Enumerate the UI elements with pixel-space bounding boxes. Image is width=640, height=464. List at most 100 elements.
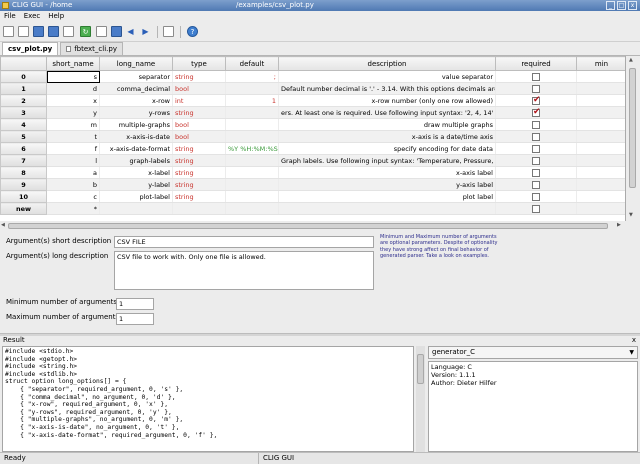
tab-fbtext-cli[interactable]: fbtext_cli.py — [60, 42, 123, 55]
scrollbar-thumb[interactable] — [417, 354, 424, 384]
cell-short-name[interactable]: t — [46, 130, 100, 143]
required-checkbox[interactable] — [532, 192, 540, 201]
tab-csv-plot[interactable]: csv_plot.py — [2, 42, 59, 55]
column-header-default[interactable]: default — [225, 56, 279, 71]
cell-type[interactable]: string — [172, 142, 226, 155]
help-icon[interactable]: ? — [187, 26, 198, 37]
cell-description[interactable]: value separator — [278, 70, 496, 83]
required-checkbox[interactable] — [532, 120, 540, 129]
menu-file[interactable]: File — [0, 11, 20, 22]
scroll-left-icon[interactable]: ◀ — [1, 222, 5, 228]
scrollbar-thumb[interactable] — [629, 68, 636, 188]
cell-short-name[interactable]: l — [46, 154, 100, 167]
export-icon[interactable] — [111, 26, 122, 37]
cell-min[interactable] — [576, 130, 625, 143]
cell-default[interactable] — [225, 166, 279, 179]
cell-short-name[interactable]: a — [46, 166, 100, 179]
table-row[interactable]: 0 s separator string; value separator — [0, 70, 625, 83]
cell-long-name[interactable]: y-label — [99, 178, 173, 191]
table-row[interactable]: 5 t x-axis-is-date bool x-axis is a date/tim… — [0, 130, 625, 143]
args-short-input[interactable]: CSV FILE — [114, 236, 374, 248]
code-vertical-scrollbar[interactable] — [416, 346, 425, 452]
close-window-button[interactable]: x — [628, 1, 637, 10]
column-header-min[interactable]: min — [576, 56, 625, 71]
cell-type[interactable] — [172, 202, 226, 215]
table-row[interactable]: 3 y y-rows string ers. At least one is requi… — [0, 106, 625, 119]
cell-short-name[interactable]: * — [46, 202, 100, 215]
cell-min[interactable] — [576, 190, 625, 203]
required-checkbox[interactable] — [532, 107, 541, 117]
required-checkbox[interactable] — [532, 72, 540, 81]
max-args-input[interactable]: 1 — [116, 313, 154, 325]
document-icon[interactable] — [96, 26, 107, 37]
min-args-input[interactable]: 1 — [116, 298, 154, 310]
cell-min[interactable] — [576, 142, 625, 155]
cell-default[interactable] — [225, 82, 279, 95]
cell-min[interactable] — [576, 82, 625, 95]
cell-long-name[interactable]: x-row — [99, 94, 173, 107]
cell-min[interactable] — [576, 118, 625, 131]
cell-default[interactable] — [225, 178, 279, 191]
cell-default[interactable] — [225, 118, 279, 131]
cell-short-name[interactable]: m — [46, 118, 100, 131]
column-header-type[interactable]: type — [172, 56, 226, 71]
menu-help[interactable]: Help — [44, 11, 68, 22]
cell-long-name[interactable]: multiple-graphs — [99, 118, 173, 131]
cell-default[interactable] — [225, 154, 279, 167]
args-long-textarea[interactable]: CSV file to work with. Only one file is … — [114, 251, 374, 290]
table-row[interactable]: new * — [0, 202, 625, 215]
cell-default[interactable] — [225, 106, 279, 119]
required-checkbox[interactable] — [532, 132, 540, 141]
menu-exec[interactable]: Exec — [20, 11, 45, 22]
cell-description[interactable]: draw multiple graphs — [278, 118, 496, 131]
required-checkbox[interactable] — [532, 168, 540, 177]
new-file-icon[interactable] — [3, 26, 14, 37]
cell-type[interactable]: string — [172, 154, 226, 167]
cell-default[interactable]: 1 — [225, 94, 279, 107]
required-checkbox[interactable] — [532, 84, 540, 93]
cell-type[interactable]: bool — [172, 118, 226, 131]
cell-type[interactable]: bool — [172, 130, 226, 143]
save-icon[interactable] — [33, 26, 44, 37]
cell-default[interactable]: %Y %H:%M:%S — [225, 142, 279, 155]
required-checkbox[interactable] — [532, 180, 540, 189]
cell-description[interactable]: Graph labels. Use following input syntax… — [278, 154, 496, 167]
cell-long-name[interactable]: plot-label — [99, 190, 173, 203]
cell-default[interactable]: ; — [225, 70, 279, 83]
cell-type[interactable]: string — [172, 106, 226, 119]
column-header-description[interactable]: description — [278, 56, 496, 71]
generated-code-view[interactable]: #include <stdio.h> #include <getopt.h> #… — [2, 346, 414, 452]
cell-long-name[interactable]: separator — [99, 70, 173, 83]
table-vertical-scrollbar[interactable]: ▲ ▼ — [627, 56, 638, 221]
table-row[interactable]: 10 c plot-label string plot label — [0, 190, 625, 203]
column-header-short-name[interactable]: short_name — [46, 56, 100, 71]
column-header-required[interactable]: required — [495, 56, 577, 71]
generator-select[interactable]: generator_C ▼ — [428, 346, 638, 359]
cell-long-name[interactable]: graph-labels — [99, 154, 173, 167]
cell-short-name[interactable]: c — [46, 190, 100, 203]
cell-default[interactable] — [225, 190, 279, 203]
cell-long-name[interactable]: comma_decimal — [99, 82, 173, 95]
cell-description[interactable]: specify encoding for date data — [278, 142, 496, 155]
cell-description[interactable]: x-row number (only one row allowed) — [278, 94, 496, 107]
required-checkbox[interactable] — [532, 156, 540, 165]
cell-description[interactable]: x-axis label — [278, 166, 496, 179]
cell-min[interactable] — [576, 154, 625, 167]
cell-min[interactable] — [576, 202, 625, 215]
required-checkbox[interactable] — [532, 144, 540, 153]
cell-long-name[interactable]: y-rows — [99, 106, 173, 119]
cell-min[interactable] — [576, 166, 625, 179]
table-row[interactable]: 6 f x-axis-date-format string %Y %H:%M:%S spe… — [0, 142, 625, 155]
cell-long-name[interactable]: x-label — [99, 166, 173, 179]
cell-description[interactable]: x-axis is a date/time axis — [278, 130, 496, 143]
edit-icon[interactable] — [63, 26, 74, 37]
cell-type[interactable]: string — [172, 166, 226, 179]
cell-type[interactable]: int — [172, 94, 226, 107]
cell-short-name[interactable]: s — [46, 70, 100, 83]
required-checkbox[interactable] — [532, 204, 540, 213]
table-row[interactable]: 8 a x-label string x-axis label — [0, 166, 625, 179]
refresh-icon[interactable]: ↻ — [80, 26, 91, 37]
arrow-left-icon[interactable]: ◀ — [125, 26, 136, 37]
cell-min[interactable] — [576, 94, 625, 107]
scroll-right-icon[interactable]: ▶ — [617, 222, 621, 228]
